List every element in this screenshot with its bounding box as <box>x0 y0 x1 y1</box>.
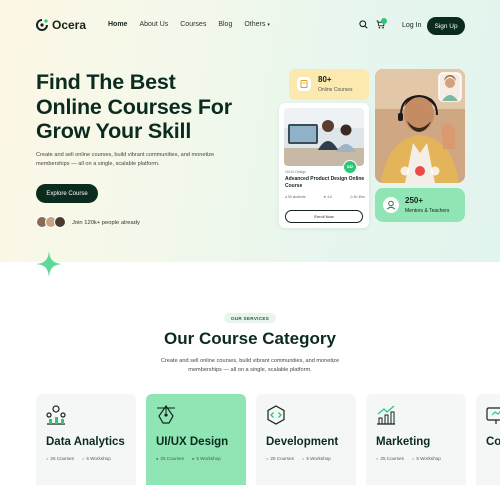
mentors-stat: 250+ Mentors & Teachers <box>375 188 465 222</box>
course-title: Advanced Product Design Online Course <box>285 176 365 189</box>
category-name: Co <box>486 436 500 448</box>
section-subtitle-line: memberships — all on a single, scalable … <box>188 367 312 373</box>
logo[interactable]: Ocera <box>36 18 86 32</box>
cart-badge <box>381 18 387 24</box>
category-workshop: 5 Workshop <box>412 456 440 461</box>
hero-subtitle-line: memberships — all on a single, scalable … <box>36 160 160 167</box>
section-title: Our Course Category <box>164 329 336 348</box>
course-category: UI/UX Design <box>285 170 307 174</box>
join-text: Join 120k+ people already <box>72 220 140 226</box>
category-courses: 25 Courses <box>376 456 404 461</box>
chart-growth-icon <box>377 405 395 425</box>
logo-icon <box>36 19 48 31</box>
category-meta: 25 Courses 5 Workshop <box>266 456 330 461</box>
category-courses: 25 Courses <box>46 456 74 461</box>
price-badge: $32 <box>343 160 357 174</box>
pen-tool-icon <box>157 404 175 424</box>
code-icon <box>267 405 285 425</box>
avatar <box>54 216 66 228</box>
nav-link-others[interactable]: Others ▾ <box>244 21 269 28</box>
enroll-button[interactable]: Enroll Now <box>285 210 363 223</box>
search-icon[interactable] <box>359 20 368 29</box>
services-pill: OUR SERVICES <box>224 313 276 323</box>
mentors-label: Mentors & Teachers <box>405 208 450 214</box>
sparkle-icon <box>36 251 62 277</box>
category-workshop: 5 Workshop <box>302 456 330 461</box>
hero-title: Find The Best Online Courses For Grow Yo… <box>36 70 266 144</box>
category-name: Marketing <box>376 436 431 448</box>
online-courses-label: Online Courses <box>318 87 353 93</box>
hero-subtitle: Create and sell online courses, build vi… <box>36 151 236 168</box>
category-card-development[interactable]: Development 25 Courses 5 Workshop <box>256 394 356 485</box>
category-name: Data Analytics <box>46 436 125 448</box>
nav-link-others-label: Others <box>244 21 266 28</box>
hero-title-line: Grow Your Skill <box>36 119 192 143</box>
nav-link-courses[interactable]: Courses <box>180 21 206 28</box>
monitor-icon <box>486 407 500 424</box>
category-card-uiux-design[interactable]: UI/UX Design 25 Courses 5 Workshop <box>146 394 246 485</box>
course-thumbnail <box>284 108 364 166</box>
logo-text: Ocera <box>52 18 87 32</box>
category-name: Development <box>266 436 339 448</box>
book-icon <box>297 77 311 91</box>
category-card-data-analytics[interactable]: Data Analytics 25 Courses 5 Workshop <box>36 394 136 485</box>
featured-course-card[interactable]: $32 UI/UX Design Advanced Product Design… <box>279 103 369 228</box>
online-courses-value: 80+ <box>318 75 332 84</box>
section-subtitle-line: Create and sell online courses, build vi… <box>160 358 340 364</box>
category-courses: 25 Courses <box>156 456 184 461</box>
video-call-card <box>375 69 465 183</box>
nav-link-about[interactable]: About Us <box>139 21 168 28</box>
section-subtitle: Create and sell online courses, build vi… <box>150 357 350 375</box>
chevron-down-icon: ▾ <box>267 22 270 28</box>
course-duration-value: 4h 40m <box>353 195 365 199</box>
analytics-icon <box>46 405 66 425</box>
category-meta: 25 Courses 5 Workshop <box>156 456 220 461</box>
category-meta: 25 Courses 5 Workshop <box>376 456 440 461</box>
signup-button[interactable]: Sign Up <box>427 17 465 35</box>
course-rating-value: 4.6 <box>327 195 332 199</box>
online-courses-stat: 80+ Online Courses <box>289 69 369 100</box>
mentor-icon <box>383 197 399 213</box>
mentors-value: 250+ <box>405 196 424 205</box>
hero-title-line: Online Courses For <box>36 94 232 119</box>
category-name: UI/UX Design <box>156 436 229 448</box>
category-workshop: 5 Workshop <box>192 456 220 461</box>
hero-title-line: Find The Best <box>36 70 176 94</box>
course-students: ● 50 students <box>285 195 306 199</box>
course-rating: ★ 4.6 <box>323 195 332 199</box>
category-card-partial[interactable]: Co <box>476 394 500 485</box>
avatar-group <box>36 216 66 228</box>
login-link[interactable]: Log In <box>402 22 421 29</box>
course-meta: ● 50 students ★ 4.6 ◷ 4h 40m <box>285 195 365 199</box>
explore-course-button[interactable]: Explore Course <box>36 184 98 203</box>
category-card-marketing[interactable]: Marketing 25 Courses 5 Workshop <box>366 394 466 485</box>
nav-links: Home About Us Courses Blog Others ▾ <box>108 21 270 28</box>
category-meta: 25 Courses 5 Workshop <box>46 456 110 461</box>
category-courses: 25 Courses <box>266 456 294 461</box>
nav-link-blog[interactable]: Blog <box>218 21 232 28</box>
top-navbar: Ocera Home About Us Courses Blog Others … <box>0 0 500 52</box>
category-workshop: 5 Workshop <box>82 456 110 461</box>
hero-subtitle-line: Create and sell online courses, build vi… <box>36 152 215 158</box>
course-students-value: 50 students <box>288 195 306 199</box>
nav-link-home[interactable]: Home <box>108 21 127 28</box>
course-duration: ◷ 4h 40m <box>349 195 365 199</box>
